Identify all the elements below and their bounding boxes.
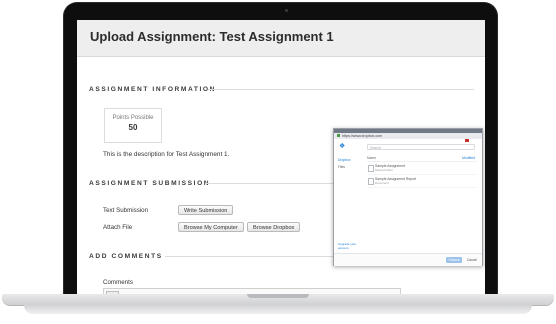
file-icon <box>368 165 374 172</box>
file-icon <box>368 178 374 185</box>
points-possible-value: 50 <box>128 123 138 132</box>
assignment-description: This is the description for Test Assignm… <box>103 151 230 158</box>
dropbox-sidebar: Dropbox Files <box>338 157 362 171</box>
section-heading-assignment-submission: ASSIGNMENT SUBMISSION <box>89 180 211 187</box>
title-bar: Upload Assignment: Test Assignment 1 <box>77 20 485 57</box>
section-heading-assignment-information: ASSIGNMENT INFORMATION <box>89 86 217 93</box>
dropbox-file-list: Name Modified Sample Assignment Shared f… <box>367 155 477 188</box>
column-name-header: Name <box>367 156 377 160</box>
cancel-button[interactable]: Cancel <box>467 257 477 263</box>
popup-body: ❖ Search Dropbox Files Upgrade your acco… <box>334 139 482 266</box>
upgrade-account-link[interactable]: Upgrade your account <box>338 242 364 250</box>
attach-file-label: Attach File <box>103 224 133 231</box>
text-submission-label: Text Submission <box>103 207 149 214</box>
laptop-opening-notch <box>247 294 309 298</box>
sort-modified-link[interactable]: Modified <box>462 155 475 161</box>
file-list-header: Name Modified <box>367 155 477 162</box>
write-submission-button[interactable]: Write Submission <box>178 205 234 215</box>
sidebar-item-dropbox[interactable]: Dropbox <box>338 157 362 164</box>
section-heading-add-comments: ADD COMMENTS <box>89 253 163 260</box>
page-title: Upload Assignment: Test Assignment 1 <box>90 29 334 44</box>
laptop-base <box>0 294 556 320</box>
popup-footer: Choose Cancel <box>334 253 482 266</box>
dropbox-logo-icon: ❖ <box>339 143 346 150</box>
section-divider <box>208 89 474 90</box>
laptop-screen: Upload Assignment: Test Assignment 1 ASS… <box>77 20 485 296</box>
popup-address-text: https://www.dropbox.com <box>342 134 383 138</box>
dropbox-search-input[interactable]: Search <box>367 144 475 150</box>
choose-button[interactable]: Choose <box>446 257 462 263</box>
list-item[interactable]: Sample Assignment Shared folder <box>367 162 477 175</box>
points-possible-box: Points Possible 50 <box>104 108 162 143</box>
laptop-base-foot <box>24 305 532 314</box>
browse-dropbox-button[interactable]: Browse Dropbox <box>247 222 301 232</box>
file-meta: Shared folder <box>375 168 394 172</box>
points-possible-label: Points Possible <box>112 115 154 121</box>
comments-label: Comments <box>103 279 133 286</box>
section-divider <box>205 183 333 184</box>
sidebar-item-files[interactable]: Files <box>338 164 362 171</box>
dropbox-chooser-window: https://www.dropbox.com ❖ Search Dropbox… <box>333 128 483 266</box>
file-meta: Document <box>375 181 389 185</box>
lock-icon <box>337 134 340 137</box>
list-item[interactable]: Sample Assignment Report Document <box>367 175 477 188</box>
section-divider <box>165 256 333 257</box>
browse-my-computer-button[interactable]: Browse My Computer <box>178 222 244 232</box>
camera-icon <box>285 9 288 12</box>
